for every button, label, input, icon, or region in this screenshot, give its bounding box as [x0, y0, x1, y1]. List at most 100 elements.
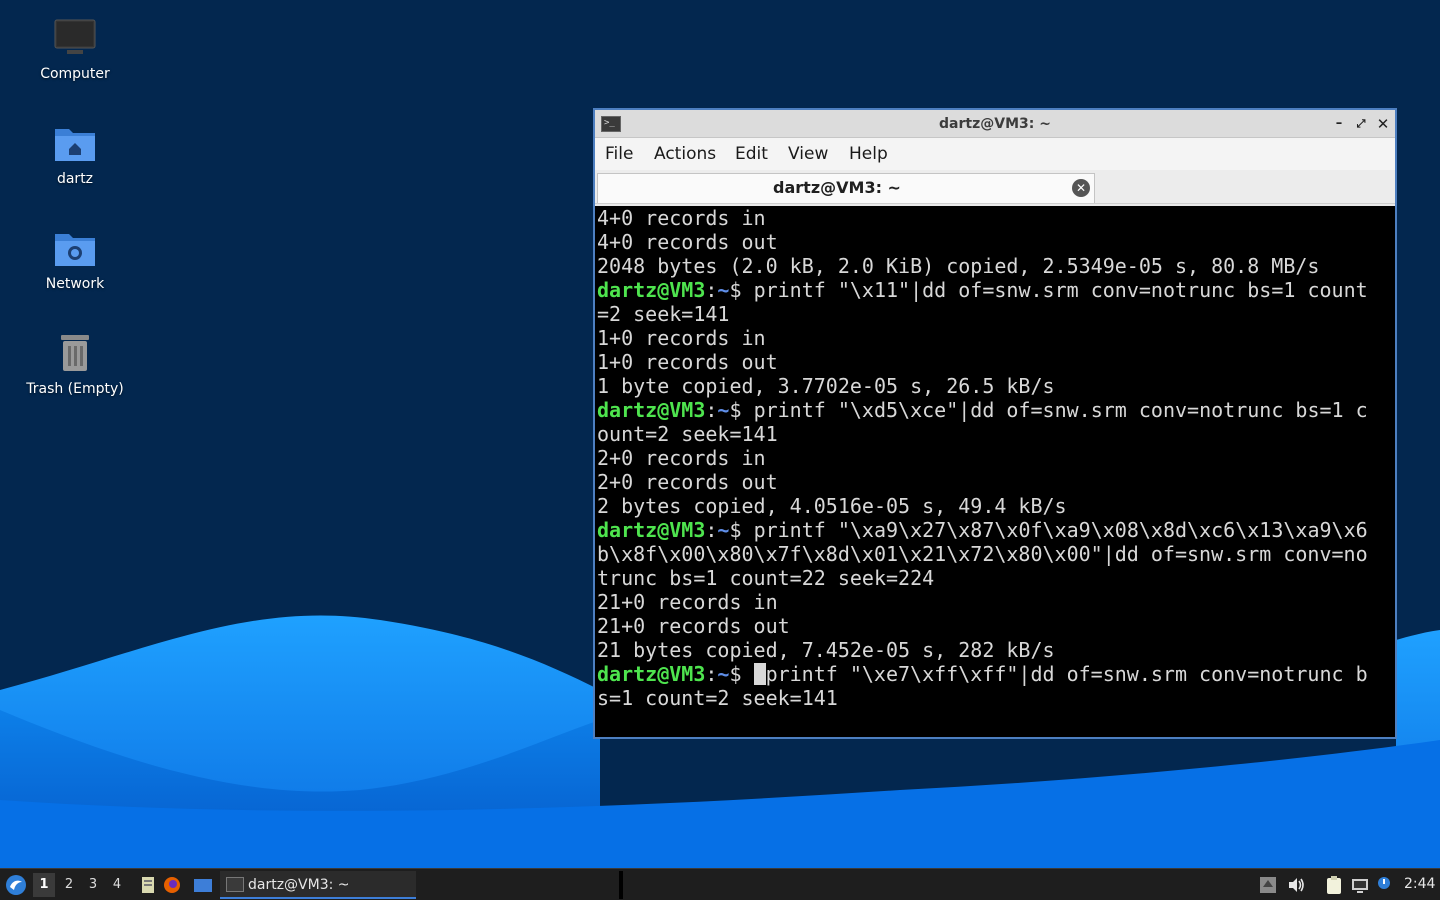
- taskbar-terminal-button[interactable]: dartz@VM3: ~: [220, 871, 416, 899]
- desktop-icon-trash[interactable]: Trash (Empty): [20, 331, 130, 397]
- prompt-user: dartz@VM3: [597, 278, 706, 302]
- updates-icon[interactable]: [1258, 875, 1278, 895]
- output-text: 4+0 records out: [597, 230, 778, 254]
- output-text: 21 bytes copied, 7.452e-05 s, 282 kB/s: [597, 638, 1055, 662]
- network-status-icon[interactable]: [1350, 875, 1370, 895]
- terminal-line: 1 byte copied, 3.7702e-05 s, 26.5 kB/s: [597, 374, 1395, 398]
- output-text: b\x8f\x00\x80\x7f\x8d\x01\x21\x72\x80\x0…: [597, 542, 1368, 566]
- trash-icon: [61, 335, 89, 371]
- command-text: printf "\xe7\xff\xff"|dd of=snw.srm conv…: [765, 662, 1368, 686]
- network-folder-icon: [55, 234, 95, 266]
- output-text: 21+0 records in: [597, 590, 778, 614]
- output-text: ount=2 seek=141: [597, 422, 778, 446]
- output-text: s=1 count=2 seek=141: [597, 686, 838, 710]
- workspace-2[interactable]: 2: [58, 873, 80, 897]
- desktop-icon-home[interactable]: dartz: [20, 121, 130, 187]
- prompt-path: ~: [717, 662, 730, 686]
- prompt-user: dartz@VM3: [597, 518, 706, 542]
- desktop-icon-label: Trash (Empty): [26, 381, 124, 397]
- command-text: printf "\x11"|dd of=snw.srm conv=notrunc…: [753, 278, 1368, 302]
- output-text: 1+0 records out: [597, 350, 778, 374]
- notification-icon[interactable]: [1374, 875, 1394, 895]
- prompt-path: ~: [717, 278, 730, 302]
- prompt-separator: :: [705, 398, 718, 422]
- taskbar-terminal-label: dartz@VM3: ~: [248, 877, 350, 893]
- output-text: 1 byte copied, 3.7702e-05 s, 26.5 kB/s: [597, 374, 1055, 398]
- workspace-3[interactable]: 3: [82, 873, 104, 897]
- prompt-dollar: $: [729, 398, 754, 422]
- prompt-dollar: $: [729, 518, 754, 542]
- terminal-line: 2 bytes copied, 4.0516e-05 s, 49.4 kB/s: [597, 494, 1395, 518]
- output-text: =2 seek=141: [597, 302, 730, 326]
- terminal-window[interactable]: >_ dartz@VM3: ~ – ⤢ ✕ File Actions Edit …: [593, 108, 1397, 739]
- terminal-line: =2 seek=141: [597, 302, 1395, 326]
- terminal-line: dartz@VM3:~$ printf "\xa9\x27\x87\x0f\xa…: [597, 518, 1395, 542]
- tab-terminal[interactable]: dartz@VM3: ~ ✕: [597, 173, 1095, 203]
- prompt-separator: :: [705, 518, 718, 542]
- terminal-line: 4+0 records in: [597, 206, 1395, 230]
- terminal-line: trunc bs=1 count=22 seek=224: [597, 566, 1395, 590]
- tab-bar: dartz@VM3: ~ ✕: [595, 170, 1395, 204]
- start-menu-icon[interactable]: [4, 873, 28, 897]
- terminal-line: 21+0 records in: [597, 590, 1395, 614]
- menu-help[interactable]: Help: [849, 144, 888, 164]
- menu-file[interactable]: File: [605, 144, 633, 164]
- terminal-line: 21 bytes copied, 7.452e-05 s, 282 kB/s: [597, 638, 1395, 662]
- terminal-output[interactable]: 4+0 records in 4+0 records out 2048 bytes …: [595, 206, 1395, 737]
- terminal-line: s=1 count=2 seek=141: [597, 686, 1395, 710]
- command-text: printf "\xd5\xce"|dd of=snw.srm conv=not…: [753, 398, 1368, 422]
- file-manager-icon[interactable]: [138, 875, 158, 895]
- output-text: 2048 bytes (2.0 kB, 2.0 KiB) copied, 2.5…: [597, 254, 1320, 278]
- output-text: 2+0 records in: [597, 446, 766, 470]
- desktop-icon-label: Network: [45, 276, 105, 292]
- terminal-line: 2048 bytes (2.0 kB, 2.0 KiB) copied, 2.5…: [597, 254, 1395, 278]
- terminal-line: 4+0 records out: [597, 230, 1395, 254]
- terminal-line: 2+0 records in: [597, 446, 1395, 470]
- prompt-user: dartz@VM3: [597, 662, 706, 686]
- terminal-line: dartz@VM3:~$ printf "\x11"|dd of=snw.srm…: [597, 278, 1395, 302]
- prompt-separator: :: [705, 662, 718, 686]
- output-text: 1+0 records in: [597, 326, 766, 350]
- desktop-icon-network[interactable]: Network: [20, 226, 130, 292]
- show-desktop-icon[interactable]: [193, 875, 213, 895]
- desktop-icon-computer[interactable]: Computer: [20, 16, 130, 82]
- menubar: File Actions Edit View Help: [595, 138, 1395, 170]
- terminal-line: 1+0 records in: [597, 326, 1395, 350]
- terminal-line: dartz@VM3:~$ printf "\xd5\xce"|dd of=snw…: [597, 398, 1395, 422]
- workspace-1[interactable]: 1: [33, 873, 55, 897]
- menu-actions[interactable]: Actions: [654, 144, 716, 164]
- workspace-4[interactable]: 4: [106, 873, 128, 897]
- output-text: 2+0 records out: [597, 470, 778, 494]
- terminal-line: dartz@VM3:~$ printf "\xe7\xff\xff"|dd of…: [597, 662, 1395, 686]
- output-text: trunc bs=1 count=22 seek=224: [597, 566, 935, 590]
- computer-icon: [54, 19, 96, 54]
- output-text: 2 bytes copied, 4.0516e-05 s, 49.4 kB/s: [597, 494, 1067, 518]
- firefox-icon[interactable]: [162, 875, 182, 895]
- text-cursor: [753, 663, 766, 685]
- taskbar-separator: [619, 871, 623, 899]
- prompt-path: ~: [717, 398, 730, 422]
- output-text: 21+0 records out: [597, 614, 790, 638]
- prompt-user: dartz@VM3: [597, 398, 706, 422]
- prompt-dollar: $: [729, 662, 754, 686]
- tab-close-icon[interactable]: ✕: [1072, 179, 1090, 197]
- home-folder-icon: [55, 129, 95, 161]
- clock: 2:44: [1404, 876, 1436, 892]
- clipboard-icon[interactable]: [1324, 875, 1344, 895]
- terminal-icon: [226, 877, 244, 892]
- desktop-icon-label: Computer: [40, 66, 110, 82]
- maximize-button[interactable]: ⤢: [1351, 114, 1371, 134]
- terminal-line: ount=2 seek=141: [597, 422, 1395, 446]
- window-titlebar[interactable]: >_ dartz@VM3: ~ – ⤢ ✕: [595, 110, 1395, 138]
- tab-label: dartz@VM3: ~: [773, 178, 901, 197]
- taskbar: 1 2 3 4 dartz@VM3: ~ 2:44: [0, 868, 1440, 900]
- menu-edit[interactable]: Edit: [735, 144, 768, 164]
- volume-icon[interactable]: [1286, 875, 1306, 895]
- desktop-icon-label: dartz: [56, 171, 94, 187]
- minimize-button[interactable]: –: [1329, 114, 1349, 134]
- terminal-line: 1+0 records out: [597, 350, 1395, 374]
- terminal-line: 21+0 records out: [597, 614, 1395, 638]
- menu-view[interactable]: View: [788, 144, 828, 164]
- desktop: Computer dartz Network Trash (Empty) >_ …: [0, 0, 1440, 868]
- close-button[interactable]: ✕: [1373, 114, 1393, 134]
